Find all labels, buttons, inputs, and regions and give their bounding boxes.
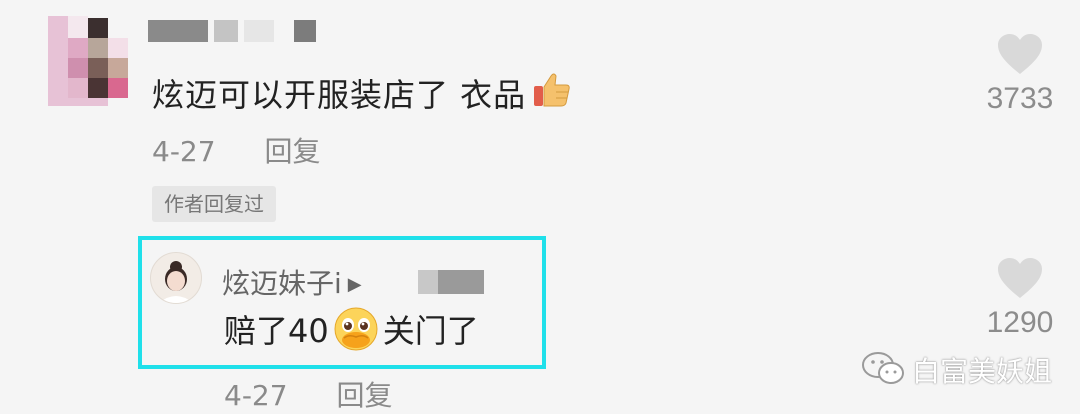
play-arrow-icon: ▶ <box>347 274 362 295</box>
reply-meta: 4-27 回复 <box>224 374 392 414</box>
reply-reply-button[interactable]: 回复 <box>336 379 392 412</box>
commenter-avatar[interactable] <box>48 16 128 106</box>
comment-date: 4-27 <box>152 135 216 168</box>
reply-text-after: 关门了 <box>382 312 479 350</box>
author-replied-tag: 作者回复过 <box>152 186 276 222</box>
watermark-text: 白富美妖姐 <box>912 355 1053 388</box>
reply-like[interactable]: 1290 <box>970 258 1070 340</box>
reply-username[interactable]: 炫迈妹子i <box>222 267 342 300</box>
comment-meta: 4-27 回复 <box>152 130 320 170</box>
wechat-icon <box>862 352 906 390</box>
thumbs-up-emoji-icon <box>532 70 572 118</box>
comment-like-count: 3733 <box>986 82 1054 115</box>
reply-text: 赔了40 关门了 <box>224 306 479 360</box>
comment-text: 炫迈可以开服装店了 衣品 <box>152 70 572 118</box>
comment-like[interactable]: 3733 <box>970 34 1070 116</box>
pleading-face-emoji-icon <box>333 306 379 360</box>
reply-like-count: 1290 <box>986 306 1054 339</box>
reply-username-row: 炫迈妹子i ▶ <box>222 262 370 302</box>
reply-date: 4-27 <box>224 379 288 412</box>
commenter-name-redacted[interactable] <box>148 20 318 42</box>
reply-text-before: 赔了40 <box>224 312 329 350</box>
heart-icon[interactable] <box>997 258 1043 300</box>
comment-reply-button[interactable]: 回复 <box>264 135 320 168</box>
reply-avatar[interactable] <box>150 252 202 304</box>
reply-target-redacted-fade <box>418 270 438 294</box>
heart-icon[interactable] <box>997 34 1043 76</box>
comment-text-content: 炫迈可以开服装店了 衣品 <box>152 76 527 114</box>
